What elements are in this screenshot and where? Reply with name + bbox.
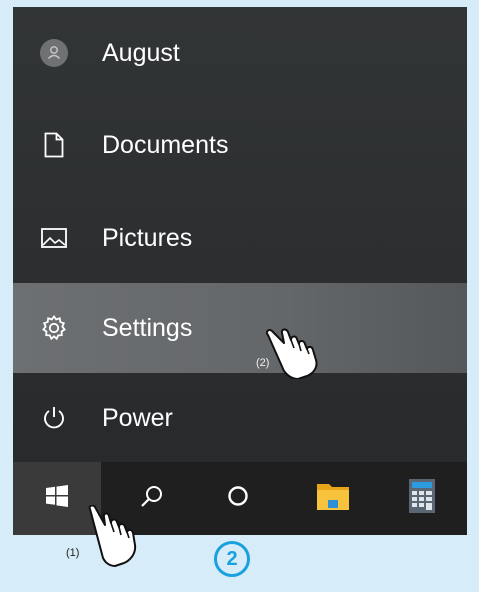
- power-icon: [37, 401, 71, 435]
- file-explorer-icon: [316, 480, 350, 517]
- menu-item-power[interactable]: Power: [13, 379, 467, 457]
- document-icon: [37, 128, 71, 162]
- user-avatar-icon: [37, 36, 71, 70]
- task-view-icon: [227, 485, 249, 512]
- calculator-icon: [409, 479, 435, 518]
- menu-item-documents[interactable]: Documents: [13, 106, 467, 184]
- windows-start-icon: [46, 485, 68, 512]
- taskbar: [13, 462, 467, 535]
- file-explorer-button[interactable]: [289, 462, 377, 535]
- step-2-label: (2): [256, 357, 270, 369]
- menu-item-pictures[interactable]: Pictures: [13, 199, 467, 277]
- menu-item-label: Power: [102, 403, 173, 432]
- menu-item-label: Settings: [102, 313, 193, 342]
- pictures-icon: [37, 221, 71, 255]
- pointer-hand-icon: [260, 323, 326, 384]
- search-icon: [140, 484, 164, 513]
- menu-item-user[interactable]: August: [13, 14, 467, 92]
- gear-icon: [37, 311, 71, 345]
- menu-item-settings[interactable]: Settings: [13, 283, 467, 373]
- start-menu-screenshot: August Documents Pictures Settings Power…: [13, 7, 467, 535]
- step-number-badge: 2: [214, 541, 250, 577]
- calculator-button[interactable]: [378, 462, 466, 535]
- menu-item-label: August: [102, 38, 180, 67]
- step-1-label: (1): [66, 547, 80, 559]
- menu-item-label: Pictures: [102, 223, 193, 252]
- pointer-hand-icon: [84, 504, 140, 572]
- menu-item-label: Documents: [102, 130, 229, 159]
- task-view-button[interactable]: [194, 462, 282, 535]
